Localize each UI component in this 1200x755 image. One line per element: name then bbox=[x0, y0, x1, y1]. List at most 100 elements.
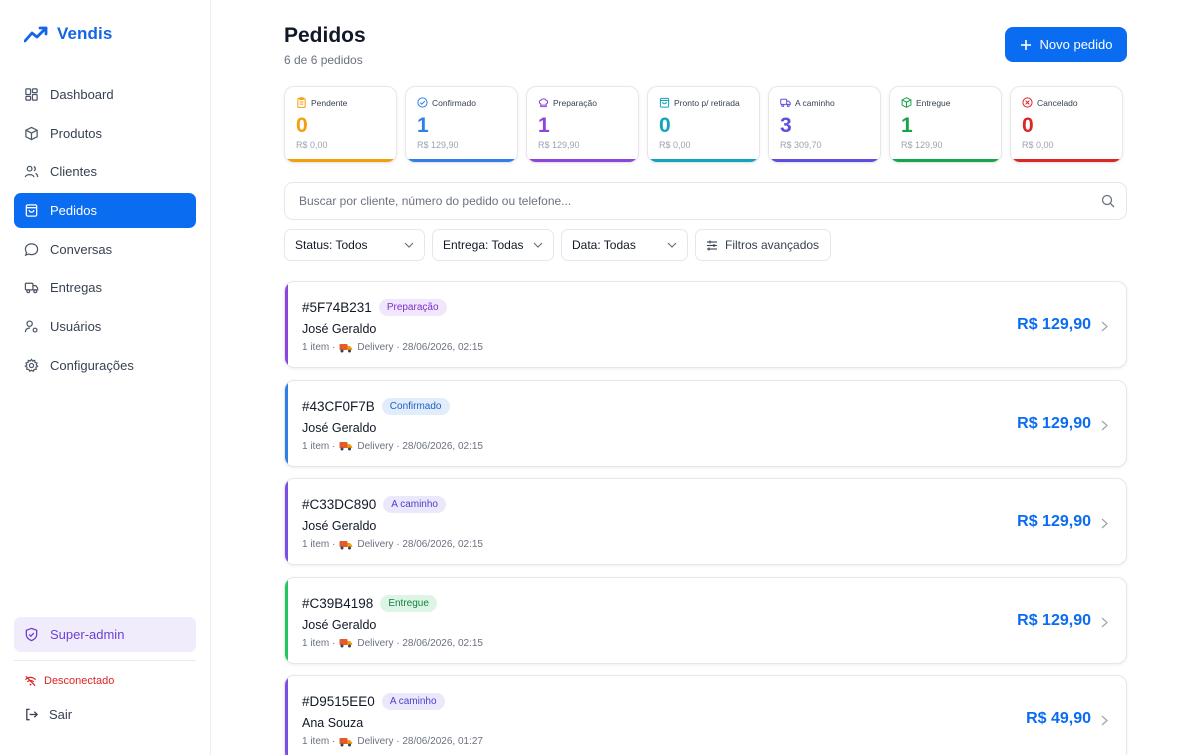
status-badge: Preparação bbox=[378, 299, 447, 316]
chat-icon bbox=[24, 242, 39, 257]
stat-card[interactable]: Confirmado 1 R$ 129,90 bbox=[405, 86, 518, 163]
stat-card[interactable]: Pronto p/ retirada 0 R$ 0,00 bbox=[647, 86, 760, 163]
stat-count: 3 bbox=[780, 114, 792, 137]
super-admin-label: Super-admin bbox=[50, 627, 125, 642]
stat-amount: R$ 129,90 bbox=[901, 140, 943, 150]
order-card[interactable]: #C33DC890 A caminho José Geraldo 1 item · De… bbox=[284, 478, 1127, 565]
sidebar-item-label: Clientes bbox=[50, 164, 97, 180]
delivery-truck-icon bbox=[339, 441, 353, 451]
order-card[interactable]: #43CF0F7B Confirmado José Geraldo 1 item · D… bbox=[284, 379, 1127, 467]
customer-name: José Geraldo bbox=[302, 617, 377, 632]
customer-name: José Geraldo bbox=[302, 420, 377, 435]
stat-color-bar bbox=[527, 159, 638, 162]
chevron-right-icon bbox=[1101, 615, 1108, 633]
search-input[interactable] bbox=[299, 183, 1079, 219]
status-badge: A caminho bbox=[381, 693, 445, 710]
sidebar-item-label: Dashboard bbox=[50, 87, 114, 102]
customer-name: Ana Souza bbox=[302, 716, 364, 730]
stat-label: Preparação bbox=[553, 97, 597, 108]
clipboard-icon bbox=[296, 97, 307, 108]
stat-count: 0 bbox=[659, 114, 671, 137]
sidebar-item-produtos[interactable]: Produtos bbox=[14, 116, 196, 151]
status-filter[interactable]: Status: Todos bbox=[284, 229, 425, 261]
status-accent bbox=[285, 380, 288, 466]
order-meta: 1 item · Delivery · 28/06/2026, 01:27 bbox=[302, 736, 483, 747]
shield-icon bbox=[24, 627, 39, 642]
stat-card[interactable]: Pendente 0 R$ 0,00 bbox=[284, 86, 397, 163]
status-badge: Entregue bbox=[380, 594, 437, 612]
order-card[interactable]: #5F74B231 Preparação José Geraldo 1 item · D… bbox=[284, 281, 1127, 368]
sidebar-item-usuarios[interactable]: Usuários bbox=[14, 309, 196, 344]
trending-up-icon bbox=[24, 25, 49, 43]
logout-button[interactable]: Sair bbox=[24, 707, 72, 722]
order-meta: 1 item · Delivery · 28/06/2026, 02:15 bbox=[302, 441, 483, 452]
delivery-info: Delivery · 28/06/2026, 01:27 bbox=[357, 736, 483, 747]
chevron-right-icon bbox=[1101, 713, 1108, 731]
stat-amount: R$ 309,70 bbox=[780, 140, 822, 150]
search-icon[interactable] bbox=[1101, 194, 1115, 213]
date-filter[interactable]: Data: Todas bbox=[561, 229, 688, 261]
super-admin-button[interactable]: Super-admin bbox=[14, 617, 196, 652]
stat-card[interactable]: Cancelado 0 R$ 0,00 bbox=[1010, 86, 1123, 163]
truck-icon bbox=[780, 97, 791, 108]
order-card[interactable]: #C39B4198 Entregue José Geraldo 1 item · Del… bbox=[284, 576, 1127, 664]
order-id: #5F74B231 bbox=[302, 300, 372, 315]
order-header: #D9515EE0 A caminho bbox=[302, 693, 445, 710]
divider bbox=[14, 660, 196, 661]
sidebar-item-entregas[interactable]: Entregas bbox=[14, 270, 196, 305]
advanced-filters-button[interactable]: Filtros avançados bbox=[695, 229, 831, 261]
item-count: 1 item · bbox=[302, 440, 336, 452]
wifi-off-icon bbox=[24, 675, 37, 687]
sidebar-item-configuracoes[interactable]: Configurações bbox=[14, 348, 196, 383]
status-badge: Confirmado bbox=[381, 397, 450, 415]
stat-color-bar bbox=[1011, 159, 1122, 162]
stat-count: 0 bbox=[1022, 114, 1034, 137]
stat-label: A caminho bbox=[795, 97, 835, 108]
user-cog-icon bbox=[24, 319, 39, 334]
sidebar-nav: Dashboard Produtos Clientes Pedidos Conversa… bbox=[14, 77, 196, 387]
status-accent bbox=[285, 282, 288, 367]
delivery-filter[interactable]: Entrega: Todas bbox=[432, 229, 554, 261]
brand-name: Vendis bbox=[57, 24, 113, 43]
sidebar-item-label: Usuários bbox=[50, 319, 102, 335]
order-id: #C33DC890 bbox=[302, 497, 377, 512]
stat-amount: R$ 0,00 bbox=[659, 140, 691, 150]
sidebar-item-conversas[interactable]: Conversas bbox=[14, 232, 196, 267]
order-header: #C39B4198 Entregue bbox=[302, 594, 437, 612]
stat-count: 1 bbox=[901, 114, 913, 137]
delivery-info: Delivery · 28/06/2026, 02:15 bbox=[357, 539, 483, 550]
users-icon bbox=[24, 164, 39, 179]
connection-status: Desconectado bbox=[24, 675, 114, 687]
stat-label: Pendente bbox=[311, 97, 348, 108]
stat-card[interactable]: Preparação 1 R$ 129,90 bbox=[526, 86, 639, 163]
sidebar-item-pedidos[interactable]: Pedidos bbox=[14, 193, 196, 229]
stat-label: Confirmado bbox=[432, 97, 476, 108]
stat-amount: R$ 129,90 bbox=[417, 140, 459, 150]
status-accent bbox=[285, 577, 288, 663]
stat-amount: R$ 129,90 bbox=[538, 140, 580, 150]
item-count: 1 item · bbox=[302, 637, 336, 649]
stat-card[interactable]: Entregue 1 R$ 129,90 bbox=[889, 86, 1002, 163]
stat-count: 0 bbox=[296, 114, 308, 137]
new-order-button[interactable]: Novo pedido bbox=[1005, 27, 1127, 62]
order-total: R$ 129,90 bbox=[1017, 513, 1091, 530]
stat-color-bar bbox=[890, 159, 1001, 162]
sidebar: Vendis Dashboard Produtos Clientes Pedidos C… bbox=[0, 0, 211, 755]
item-count: 1 item · bbox=[302, 342, 336, 353]
advanced-filters-label: Filtros avançados bbox=[725, 238, 820, 252]
stat-card[interactable]: A caminho 3 R$ 309,70 bbox=[768, 86, 881, 163]
order-card[interactable]: #D9515EE0 A caminho Ana Souza 1 item · Deliv… bbox=[284, 675, 1127, 755]
status-badge: A caminho bbox=[383, 496, 446, 513]
order-header: #43CF0F7B Confirmado bbox=[302, 397, 450, 415]
sidebar-item-label: Entregas bbox=[50, 280, 103, 296]
brand-logo[interactable]: Vendis bbox=[24, 24, 112, 44]
sidebar-item-clientes[interactable]: Clientes bbox=[14, 154, 196, 189]
status-accent bbox=[285, 676, 288, 755]
gear-icon bbox=[24, 358, 39, 373]
stat-header: A caminho bbox=[780, 97, 835, 108]
sliders-icon bbox=[706, 240, 718, 251]
stat-header: Cancelado bbox=[1022, 97, 1078, 108]
stat-color-bar bbox=[769, 159, 880, 162]
order-id: #43CF0F7B bbox=[302, 398, 375, 414]
sidebar-item-dashboard[interactable]: Dashboard bbox=[14, 77, 196, 112]
